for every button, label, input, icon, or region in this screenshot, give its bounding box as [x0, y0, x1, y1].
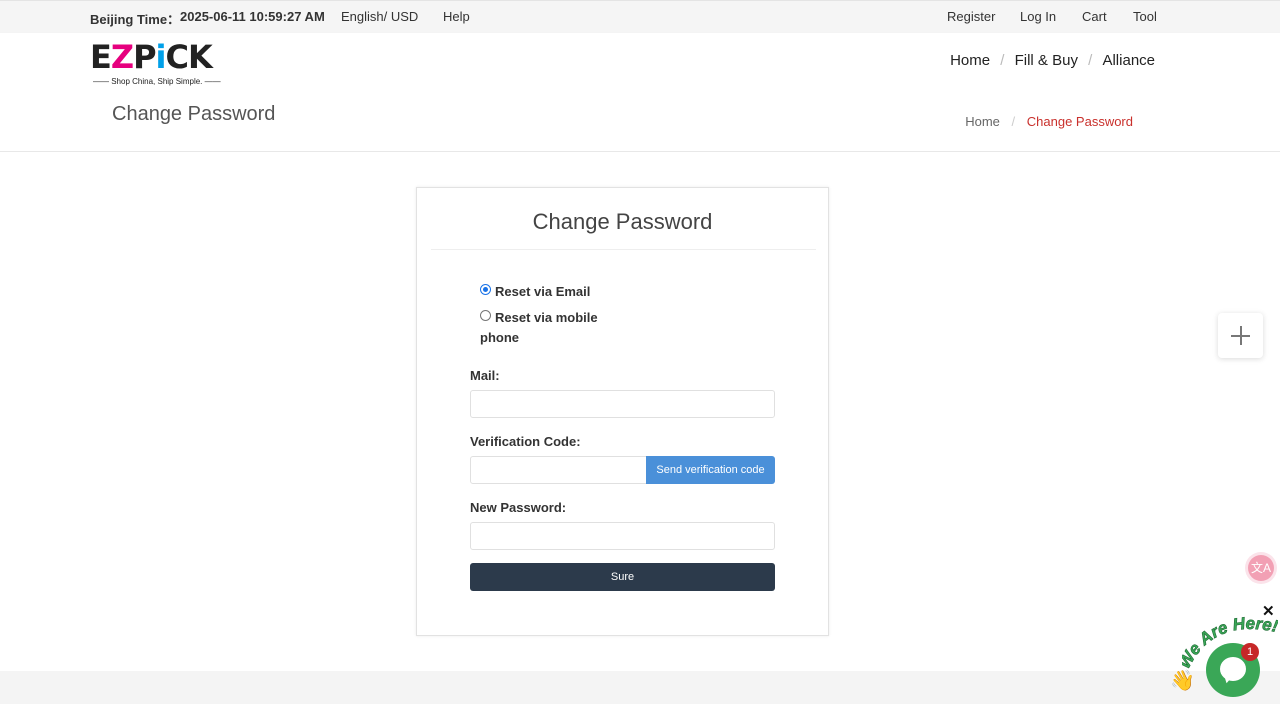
chat-bubble-icon [1220, 657, 1246, 681]
primary-nav: Home / Fill & Buy / Alliance [950, 52, 1155, 69]
reset-email-radio[interactable] [480, 284, 491, 295]
nav-separator: / [1000, 52, 1005, 69]
logo-letter: P [133, 38, 156, 76]
tool-link[interactable]: Tool [1133, 9, 1157, 24]
logo-letter: Z [110, 38, 134, 76]
new-password-label: New Password: [470, 500, 567, 515]
logo-letter: E [90, 38, 112, 76]
nav-separator: / [1088, 52, 1093, 69]
breadcrumb-home[interactable]: Home [965, 114, 1000, 129]
mail-label: Mail: [470, 368, 500, 383]
help-link[interactable]: Help [443, 9, 470, 24]
new-password-input[interactable] [470, 522, 775, 550]
reset-mobile-label-continued[interactable]: phone [480, 328, 519, 348]
form-title: Change Password [532, 209, 713, 234]
footer-band [0, 671, 1280, 704]
main-navbar: EZPiCK —— Shop China, Ship Simple. —— Ho… [0, 33, 1280, 88]
reset-mobile-label[interactable]: Reset via mobile [495, 308, 598, 328]
wave-hand-icon: 👋 [1170, 670, 1195, 692]
beijing-time-label: Beijing Time： [90, 12, 181, 27]
top-bar: Beijing Time： 2025-06-11 10:59:27 AM Eng… [0, 0, 1280, 33]
nav-alliance[interactable]: Alliance [1102, 52, 1155, 69]
translate-icon[interactable]: 文A [1248, 555, 1274, 581]
logo-letter: CK [165, 38, 212, 76]
beijing-time-value: 2025-06-11 10:59:27 AM [180, 9, 325, 24]
login-link[interactable]: Log In [1020, 9, 1056, 24]
form-divider [431, 249, 816, 250]
language-currency-selector[interactable]: English/ USD [341, 9, 418, 24]
ezpick-logo[interactable]: EZPiCK —— Shop China, Ship Simple. —— [90, 38, 225, 86]
send-verification-code-button[interactable]: Send verification code [646, 456, 775, 484]
breadcrumb-current: Change Password [1026, 114, 1133, 129]
page-header: Change Password Home / Change Password [0, 88, 1280, 152]
register-link[interactable]: Register [947, 9, 995, 24]
breadcrumb: Home / Change Password [965, 114, 1133, 129]
plus-icon[interactable] [1218, 313, 1263, 358]
mail-input[interactable] [470, 390, 775, 418]
logo-letter: i [155, 38, 167, 76]
logo-wordmark: EZPiCK [90, 38, 213, 76]
submit-button[interactable]: Sure [470, 563, 775, 591]
verification-code-input[interactable] [470, 456, 647, 484]
nav-fill-buy[interactable]: Fill & Buy [1015, 52, 1078, 69]
cart-link[interactable]: Cart [1082, 9, 1107, 24]
verification-code-label: Verification Code: [470, 434, 581, 449]
reset-mobile-radio[interactable] [480, 310, 491, 321]
nav-home[interactable]: Home [950, 52, 990, 69]
reset-email-label[interactable]: Reset via Email [495, 282, 590, 302]
chat-unread-badge: 1 [1241, 643, 1259, 661]
logo-tagline: —— Shop China, Ship Simple. —— [93, 77, 221, 86]
page-title: Change Password [112, 103, 276, 125]
breadcrumb-separator: / [1011, 114, 1016, 129]
